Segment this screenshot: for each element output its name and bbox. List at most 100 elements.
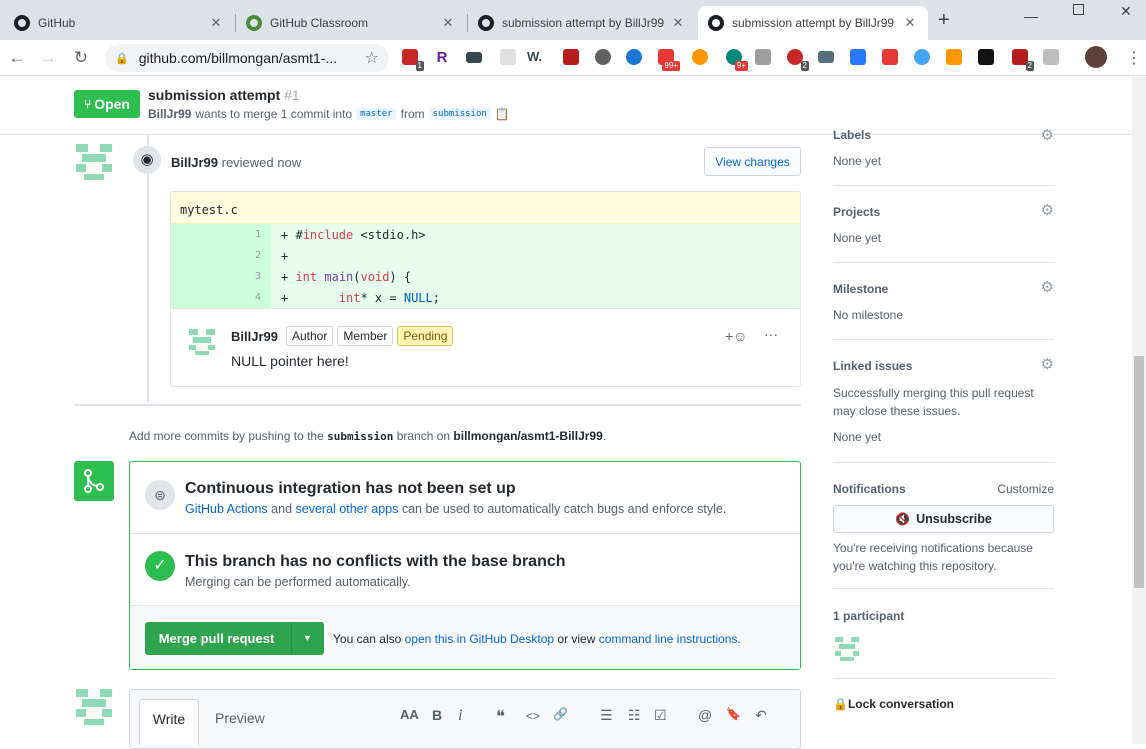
customize-link[interactable]: Customize [997, 482, 1054, 496]
projects-heading[interactable]: Projects [833, 205, 880, 219]
github-desktop-link[interactable]: open this in GitHub Desktop [405, 632, 554, 646]
avatar[interactable] [189, 329, 215, 355]
pr-author[interactable]: BillJr99 [148, 107, 191, 121]
timeline-divider [74, 404, 801, 406]
extension-icon[interactable] [626, 49, 642, 65]
close-tab-icon[interactable]: ✕ [670, 15, 686, 31]
extension-icon[interactable] [850, 49, 866, 65]
unsubscribe-button[interactable]: 🔇 Unsubscribe [833, 505, 1054, 533]
forward-button[interactable]: → [38, 48, 58, 68]
base-branch[interactable]: master [356, 108, 397, 120]
close-tab-icon[interactable]: ✕ [902, 15, 918, 31]
sidebar-projects: Projects ⚙ None yet [833, 186, 1054, 263]
other-apps-link[interactable]: several other apps [296, 502, 399, 516]
extension-icon[interactable]: 2 [787, 49, 809, 71]
tab-write[interactable]: Write [139, 699, 199, 745]
extension-icon[interactable]: 1 [402, 49, 424, 71]
tab-preview[interactable]: Preview [215, 710, 265, 726]
file-name[interactable]: mytest.c [171, 192, 800, 224]
text-size-icon[interactable]: AA [400, 707, 419, 722]
reply-icon[interactable]: ↶ [755, 707, 767, 724]
extension-icon[interactable] [755, 49, 771, 65]
comment-editor: Write Preview AA B i ❝ <> 🔗 ☰ ☷ ☑ @ 🔖 ↶ [129, 689, 801, 749]
repo-link[interactable]: billmongan/asmt1-BillJr99 [453, 429, 602, 443]
push-hint: Add more commits by pushing to the submi… [129, 429, 607, 443]
diff-line[interactable]: 1 + #include <stdio.h> [171, 224, 800, 245]
extension-icon[interactable] [595, 49, 611, 65]
more-options-icon[interactable]: ··· [764, 326, 778, 342]
extension-w-icon[interactable]: W. [527, 49, 549, 65]
extension-icon[interactable] [692, 49, 708, 65]
merge-dropdown-caret-icon[interactable]: ▼ [291, 623, 323, 654]
italic-icon[interactable]: i [458, 707, 462, 725]
profile-avatar[interactable] [1085, 46, 1107, 68]
linked-issues-heading[interactable]: Linked issues [833, 359, 912, 373]
comment-author[interactable]: BillJr99 [231, 329, 278, 344]
tab-github[interactable]: GitHub ✕ [4, 6, 234, 40]
maximize-button[interactable] [1073, 4, 1084, 15]
extension-icon[interactable] [500, 49, 516, 65]
merge-pull-request-button[interactable]: Merge pull request [146, 631, 291, 646]
reviewer-name[interactable]: BillJr99 [171, 155, 218, 170]
diff-line[interactable]: 2 + [171, 245, 800, 266]
task-list-icon[interactable]: ☑ [654, 707, 667, 724]
extension-icon[interactable] [882, 49, 898, 65]
tab-submission-1[interactable]: submission attempt by BillJr99 ✕ [468, 6, 696, 40]
mention-icon[interactable]: @ [698, 707, 712, 723]
gear-icon[interactable]: ⚙ [1041, 355, 1054, 373]
url-text: github.com/billmongan/asmt1-... [138, 50, 338, 66]
close-window-button[interactable]: ✕ [1120, 3, 1132, 20]
extension-icon[interactable]: 9+ [726, 49, 748, 71]
avatar[interactable] [76, 689, 112, 725]
link-icon[interactable]: 🔗 [553, 707, 568, 721]
extension-icon[interactable] [1043, 49, 1059, 65]
ordered-list-icon[interactable]: ☷ [628, 707, 641, 724]
scrollbar-thumb[interactable] [1134, 356, 1144, 588]
extension-icon[interactable] [946, 49, 962, 65]
diff-line[interactable]: 3 + int main(void) { [171, 266, 800, 287]
gear-icon[interactable]: ⚙ [1041, 278, 1054, 296]
labels-heading[interactable]: Labels [833, 128, 871, 142]
quote-icon[interactable]: ❝ [496, 707, 505, 727]
extension-icon[interactable]: 99+ [658, 49, 680, 71]
address-bar[interactable]: 🔒 github.com/billmongan/asmt1-... ☆ [105, 44, 389, 72]
command-line-link[interactable]: command line instructions [599, 632, 738, 646]
close-tab-icon[interactable]: ✕ [440, 15, 456, 31]
tab-submission-active[interactable]: submission attempt by BillJr99 ✕ [698, 6, 928, 40]
reload-button[interactable]: ↻ [71, 48, 91, 68]
extension-icon[interactable]: 2 [1012, 49, 1034, 71]
head-branch[interactable]: submission [428, 108, 491, 120]
participant-avatar[interactable] [835, 637, 859, 661]
sidebar-labels: Labels ⚙ None yet [833, 127, 1054, 186]
extension-r-icon[interactable]: R [434, 49, 450, 66]
gear-icon[interactable]: ⚙ [1041, 126, 1054, 144]
copy-icon[interactable]: 📋 [495, 107, 510, 121]
bookmark-star-icon[interactable]: ☆ [365, 48, 379, 68]
review-event: BillJr99 reviewed now [171, 155, 302, 170]
close-tab-icon[interactable]: ✕ [208, 15, 224, 31]
extension-icon[interactable] [978, 49, 994, 65]
extension-icon[interactable] [914, 49, 930, 65]
minimize-button[interactable]: — [1024, 8, 1038, 24]
lock-conversation-link[interactable]: 🔒Lock conversation [833, 697, 954, 711]
gear-icon[interactable]: ⚙ [1041, 201, 1054, 219]
unordered-list-icon[interactable]: ☰ [600, 707, 613, 724]
github-actions-link[interactable]: GitHub Actions [185, 502, 268, 516]
tab-github-classroom[interactable]: GitHub Classroom ✕ [236, 6, 466, 40]
code-icon[interactable]: <> [526, 709, 540, 723]
extension-icon[interactable] [466, 52, 482, 63]
avatar[interactable] [76, 144, 112, 180]
add-reaction-icon[interactable]: +☺ [725, 328, 747, 344]
diff-line[interactable]: 4 + int* x = NULL; [171, 287, 800, 308]
back-button[interactable]: ← [7, 48, 27, 68]
extension-icon[interactable] [818, 51, 834, 63]
milestone-heading[interactable]: Milestone [833, 282, 888, 296]
pr-status-badge: ⑂ Open [74, 90, 140, 118]
view-changes-button[interactable]: View changes [704, 147, 801, 176]
extension-icon[interactable] [563, 49, 579, 65]
ci-title: Continuous integration has not been set … [185, 480, 516, 497]
new-tab-button[interactable]: + [938, 9, 950, 32]
saved-reply-icon[interactable]: 🔖 [726, 707, 741, 721]
bold-icon[interactable]: B [432, 707, 442, 723]
menu-kebab-icon[interactable]: ⋮ [1126, 48, 1142, 68]
